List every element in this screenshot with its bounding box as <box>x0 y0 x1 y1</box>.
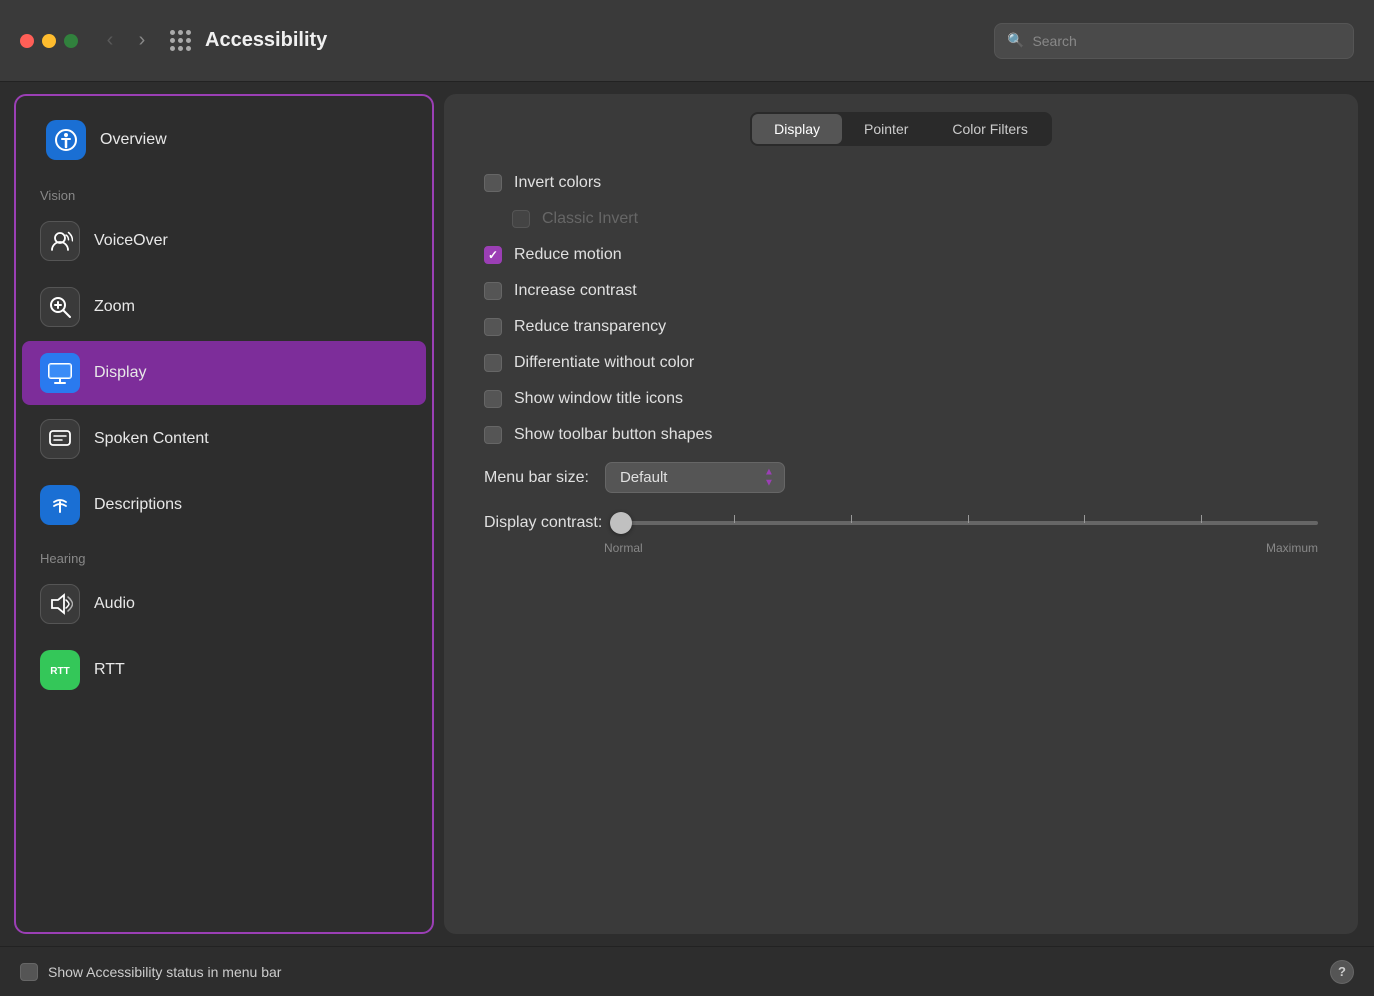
slider-labels: Normal Maximum <box>484 541 1318 555</box>
rtt-icon: RTT <box>40 650 80 690</box>
minimize-button[interactable] <box>42 34 56 48</box>
search-bar[interactable]: 🔍 Search <box>994 23 1354 59</box>
checkbox-increase-contrast[interactable] <box>484 282 502 300</box>
sidebar-item-label-audio: Audio <box>94 595 135 613</box>
menu-bar-size-select[interactable]: Default ▲ ▼ <box>605 462 785 493</box>
sidebar-item-spoken-content[interactable]: Spoken Content <box>22 407 426 471</box>
panel-inner: Display Pointer Color Filters Invert col… <box>444 94 1358 934</box>
setting-row-reduce-transparency: Reduce transparency <box>484 318 1318 336</box>
app-grid-icon[interactable] <box>170 30 191 51</box>
sidebar-item-overview[interactable]: Overview <box>28 108 420 172</box>
voiceover-icon <box>40 221 80 261</box>
menu-bar-size-value: Default <box>620 469 668 486</box>
nav-arrows: ‹ › <box>98 29 154 52</box>
sidebar: Overview Vision VoiceOver <box>14 94 434 934</box>
sidebar-item-label-zoom: Zoom <box>94 298 135 316</box>
spoken-content-icon <box>40 419 80 459</box>
checkmark-icon: ✓ <box>488 248 498 262</box>
sidebar-item-label-overview: Overview <box>100 131 167 149</box>
bottom-left: Show Accessibility status in menu bar <box>20 963 281 981</box>
search-icon: 🔍 <box>1007 32 1024 49</box>
label-toolbar-shapes: Show toolbar button shapes <box>514 426 712 444</box>
setting-row-invert-colors: Invert colors <box>484 174 1318 192</box>
display-contrast-label: Display contrast: <box>484 514 602 532</box>
settings-content: Invert colors Classic Invert ✓ Reduce mo… <box>444 146 1358 934</box>
setting-row-differentiate: Differentiate without color <box>484 354 1318 372</box>
tab-group: Display Pointer Color Filters <box>750 112 1052 146</box>
label-invert-colors: Invert colors <box>514 174 601 192</box>
label-differentiate: Differentiate without color <box>514 354 694 372</box>
titlebar: ‹ › Accessibility 🔍 Search <box>0 0 1374 82</box>
slider-label-maximum: Maximum <box>1266 541 1318 555</box>
label-window-title-icons: Show window title icons <box>514 390 683 408</box>
sidebar-item-zoom[interactable]: Zoom <box>22 275 426 339</box>
sidebar-section-vision: Vision <box>16 176 432 207</box>
checkbox-toolbar-shapes[interactable] <box>484 426 502 444</box>
setting-row-reduce-motion: ✓ Reduce motion <box>484 246 1318 264</box>
bottom-bar: Show Accessibility status in menu bar ? <box>0 946 1374 996</box>
sidebar-item-label-display: Display <box>94 364 146 382</box>
sidebar-item-rtt[interactable]: RTT RTT <box>22 638 426 702</box>
contrast-slider-thumb[interactable] <box>610 512 632 534</box>
tab-display[interactable]: Display <box>752 114 842 144</box>
zoom-icon <box>40 287 80 327</box>
checkbox-reduce-motion[interactable]: ✓ <box>484 246 502 264</box>
sidebar-item-label-rtt: RTT <box>94 661 125 679</box>
traffic-lights <box>20 34 78 48</box>
contrast-slider-track <box>618 521 1318 525</box>
help-button[interactable]: ? <box>1330 960 1354 984</box>
checkbox-show-accessibility-status[interactable] <box>20 963 38 981</box>
select-arrows-icon: ▲ ▼ <box>764 467 774 488</box>
setting-row-increase-contrast: Increase contrast <box>484 282 1318 300</box>
label-increase-contrast: Increase contrast <box>514 282 637 300</box>
main-content: Overview Vision VoiceOver <box>0 82 1374 946</box>
checkbox-reduce-transparency[interactable] <box>484 318 502 336</box>
fullscreen-button[interactable] <box>64 34 78 48</box>
sidebar-item-display[interactable]: Display <box>22 341 426 405</box>
label-reduce-transparency: Reduce transparency <box>514 318 666 336</box>
back-button[interactable]: ‹ <box>98 29 122 52</box>
close-button[interactable] <box>20 34 34 48</box>
checkbox-differentiate[interactable] <box>484 354 502 372</box>
audio-icon <box>40 584 80 624</box>
menu-bar-size-label: Menu bar size: <box>484 469 589 487</box>
sidebar-item-label-spoken: Spoken Content <box>94 430 209 448</box>
label-classic-invert: Classic Invert <box>542 210 638 228</box>
checkbox-invert-colors[interactable] <box>484 174 502 192</box>
setting-row-window-title-icons: Show window title icons <box>484 390 1318 408</box>
descriptions-icon <box>40 485 80 525</box>
label-reduce-motion: Reduce motion <box>514 246 622 264</box>
show-accessibility-label: Show Accessibility status in menu bar <box>48 964 281 980</box>
contrast-row: Display contrast: <box>484 511 1318 555</box>
display-icon <box>40 353 80 393</box>
sidebar-item-audio[interactable]: Audio <box>22 572 426 636</box>
checkbox-classic-invert[interactable] <box>512 210 530 228</box>
setting-row-toolbar-shapes: Show toolbar button shapes <box>484 426 1318 444</box>
svg-text:RTT: RTT <box>50 666 69 677</box>
tab-pointer[interactable]: Pointer <box>842 114 930 144</box>
contrast-slider-container <box>618 511 1318 535</box>
sidebar-item-descriptions[interactable]: Descriptions <box>22 473 426 537</box>
window-title: Accessibility <box>205 29 327 52</box>
tab-color-filters[interactable]: Color Filters <box>930 114 1049 144</box>
sidebar-item-label-voiceover: VoiceOver <box>94 232 168 250</box>
slider-label-normal: Normal <box>604 541 643 555</box>
sidebar-item-voiceover[interactable]: VoiceOver <box>22 209 426 273</box>
setting-row-classic-invert: Classic Invert <box>512 210 1318 228</box>
checkbox-window-title-icons[interactable] <box>484 390 502 408</box>
forward-button[interactable]: › <box>130 29 154 52</box>
right-panel: Display Pointer Color Filters Invert col… <box>434 82 1374 946</box>
sidebar-section-hearing: Hearing <box>16 539 432 570</box>
overview-icon <box>46 120 86 160</box>
menu-bar-row: Menu bar size: Default ▲ ▼ <box>484 462 1318 493</box>
search-placeholder: Search <box>1032 33 1076 49</box>
tabs-container: Display Pointer Color Filters <box>444 94 1358 146</box>
sidebar-item-label-descriptions: Descriptions <box>94 496 182 514</box>
